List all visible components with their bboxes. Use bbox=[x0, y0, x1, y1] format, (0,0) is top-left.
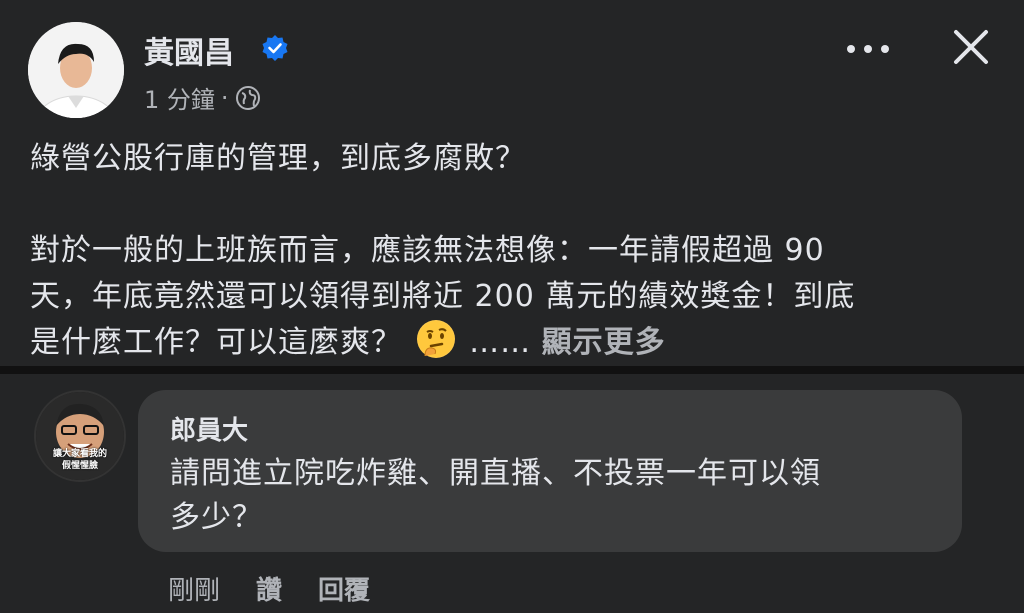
comment-line: 請問進立院吃炸雞、開直播、不投票一年可以領 bbox=[170, 456, 821, 491]
like-button[interactable]: 讚 bbox=[256, 570, 282, 607]
post-line: 天，年底竟然還可以領得到將近 200 萬元的績效獎金！到底 bbox=[30, 279, 856, 314]
ellipsis: …… bbox=[469, 325, 532, 360]
post-card: 黃國昌 1 分鐘 · 綠營公股行庫的管理，到底多腐敗？ 對於一般的上班族而言，應… bbox=[0, 0, 1024, 366]
post-line-last: 是什麼工作？可以這麼爽？ …… 顯示更多 bbox=[30, 320, 990, 366]
meta-separator: · bbox=[220, 83, 229, 112]
post-line-text: 是什麼工作？可以這麼爽？ bbox=[30, 325, 402, 360]
section-divider bbox=[0, 366, 1024, 374]
thinking-face-emoji bbox=[416, 320, 455, 358]
author-avatar[interactable] bbox=[28, 22, 124, 118]
post-time[interactable]: 1 分鐘 bbox=[144, 80, 215, 115]
comment-time[interactable]: 剛剛 bbox=[168, 570, 220, 607]
reply-button[interactable]: 回覆 bbox=[318, 570, 370, 607]
author-name[interactable]: 黃國昌 bbox=[144, 28, 234, 72]
globe-icon[interactable] bbox=[235, 85, 261, 111]
verified-badge-icon bbox=[262, 35, 288, 61]
comment-bubble[interactable]: 郎員大 請問進立院吃炸雞、開直播、不投票一年可以領 多少？ bbox=[138, 390, 962, 552]
avatar-caption-line: 讓大家看我的 bbox=[52, 449, 107, 459]
post-line: 綠營公股行庫的管理，到底多腐敗？ bbox=[30, 141, 526, 176]
comment-text: 請問進立院吃炸雞、開直播、不投票一年可以領 多少？ bbox=[170, 452, 930, 540]
comment-line: 多少？ bbox=[170, 500, 263, 535]
commenter-avatar[interactable]: 讓大家看我的 假惺惺臉 bbox=[34, 390, 126, 482]
close-icon[interactable] bbox=[952, 28, 990, 66]
post-meta: 1 分鐘 · bbox=[144, 80, 261, 115]
post-body: 綠營公股行庫的管理，到底多腐敗？ 對於一般的上班族而言，應該無法想像：一年請假超… bbox=[30, 136, 990, 366]
see-more-link[interactable]: 顯示更多 bbox=[542, 325, 666, 360]
more-options-icon[interactable] bbox=[846, 44, 890, 54]
commenter-name[interactable]: 郎員大 bbox=[170, 410, 248, 447]
avatar-caption: 讓大家看我的 假惺惺臉 bbox=[36, 448, 124, 472]
avatar-caption-line: 假惺惺臉 bbox=[61, 461, 98, 471]
comment-actions: 剛剛 讚 回覆 bbox=[168, 570, 370, 607]
post-line: 對於一般的上班族而言，應該無法想像：一年請假超過 90 bbox=[30, 233, 825, 268]
comments-section: 讓大家看我的 假惺惺臉 郎員大 請問進立院吃炸雞、開直播、不投票一年可以領 多少… bbox=[0, 374, 1024, 613]
